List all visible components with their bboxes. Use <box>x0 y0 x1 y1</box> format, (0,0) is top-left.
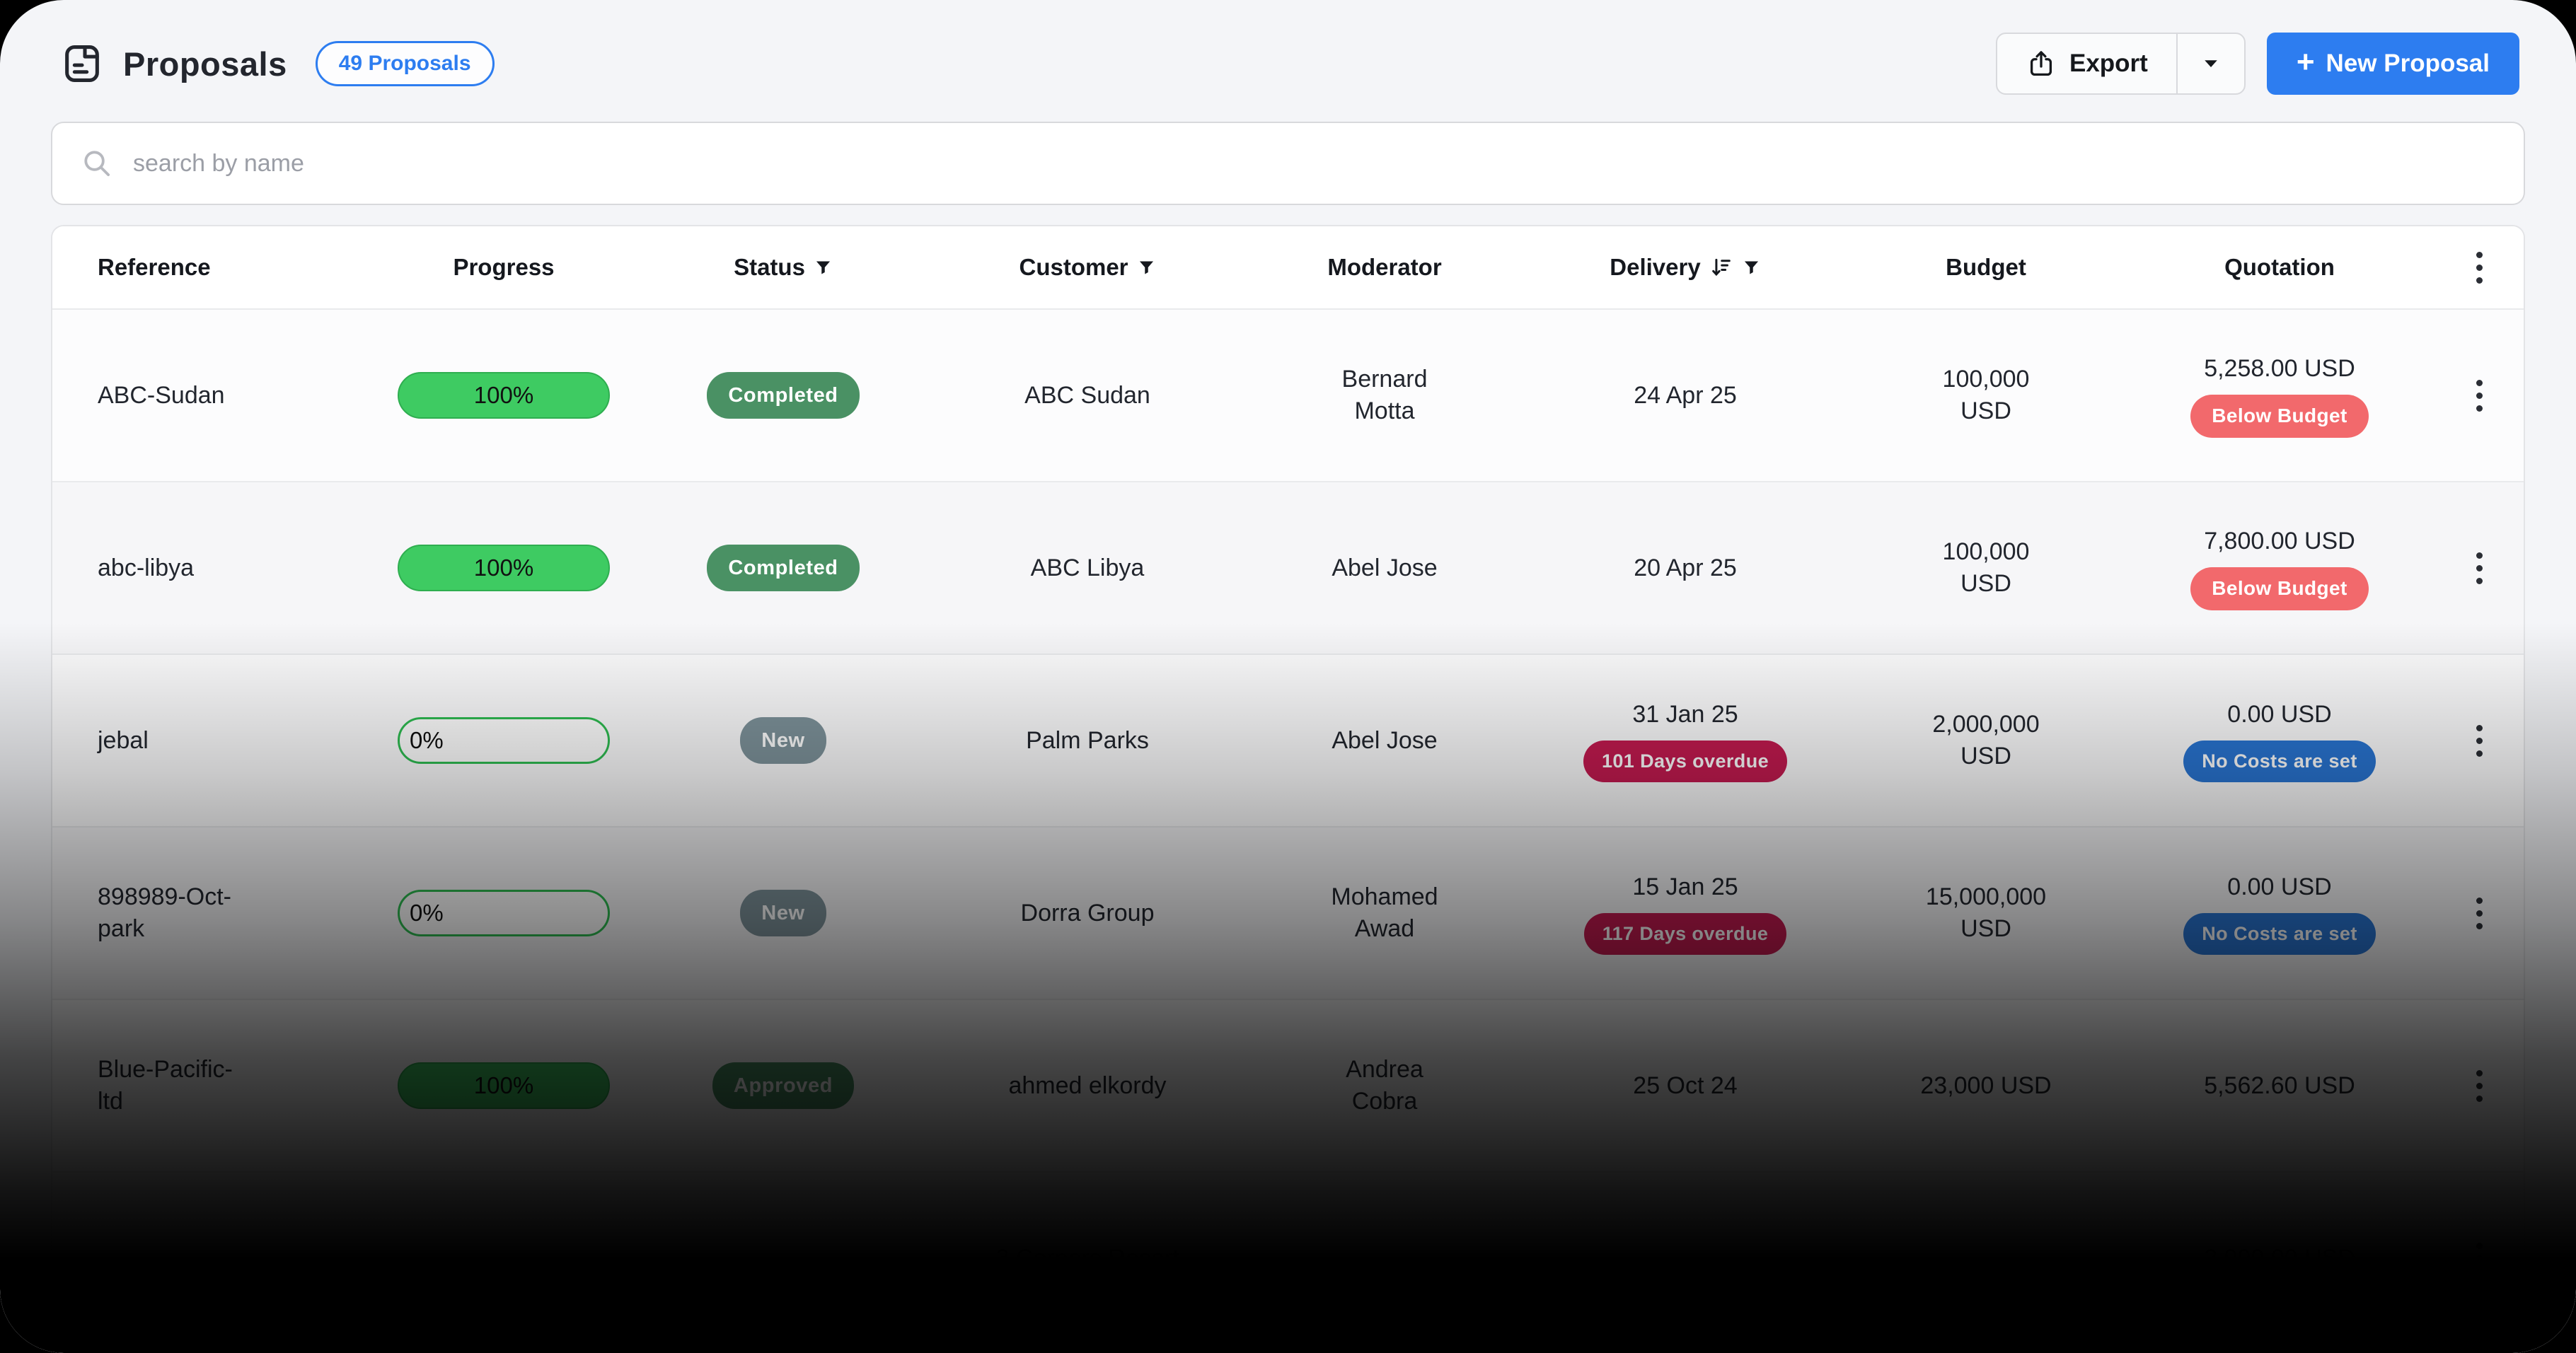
delivery-cell: 25 Oct 24 <box>1523 1070 1848 1102</box>
search-icon <box>81 147 113 180</box>
customer-cell: ABC Libya <box>928 552 1247 584</box>
quotation-cell: 7,800.00 USD Below Budget <box>2124 525 2435 610</box>
column-header-status[interactable]: Status <box>638 254 928 281</box>
sort-descending-icon[interactable] <box>1709 255 1733 279</box>
quotation-cell: 0.00 USD No Costs are set <box>2124 699 2435 783</box>
table-row[interactable]: Blue-Pacific- ltd 100% Approved ahmed el… <box>52 1000 2524 1173</box>
no-costs-badge: No Costs are set <box>2183 741 2375 783</box>
customer-cell: Palm Parks <box>928 725 1247 757</box>
column-header-delivery[interactable]: Delivery <box>1523 254 1848 281</box>
overdue-badge: 101 Days overdue <box>1583 741 1787 783</box>
reference-cell: jebal <box>52 725 369 757</box>
row-kebab-menu-icon[interactable] <box>2466 888 2493 939</box>
status-badge: New <box>740 717 826 764</box>
progress-bar: 0% <box>398 890 610 936</box>
budget-cell: 23,000 USD <box>1848 1070 2124 1102</box>
budget-cell: 2,000,000 USD <box>1848 709 2124 772</box>
funnel-filter-icon[interactable] <box>814 258 833 277</box>
proposal-count-badge: 49 Proposals <box>316 41 495 86</box>
progress-bar: 100% <box>398 372 610 419</box>
export-split-button: Export <box>1996 33 2246 95</box>
customer-cell: ahmed elkordy <box>928 1070 1247 1102</box>
reference-cell: abc-libya <box>52 552 369 584</box>
delivery-cell: 31 Jan 25 101 Days overdue <box>1523 699 1848 783</box>
customer-cell: Dorra Group <box>928 898 1247 929</box>
column-header-progress[interactable]: Progress <box>369 254 638 281</box>
column-header-reference[interactable]: Reference <box>52 254 369 281</box>
reference-cell: ABC-Sudan <box>52 380 369 412</box>
reference-cell: Blue-Pacific- ltd <box>52 1054 369 1117</box>
overdue-badge: 117 Days overdue <box>1584 913 1787 956</box>
title-group: Proposals 49 Proposals <box>59 41 495 86</box>
table-row[interactable]: abc-libya 100% Completed ABC Libya Abel … <box>52 482 2524 655</box>
delivery-cell: 20 Apr 25 <box>1523 552 1848 584</box>
progress-bar: 100% <box>398 1062 610 1109</box>
customer-cell: ABC Sudan <box>928 380 1247 412</box>
proposals-table: Reference Progress Status Customer Moder… <box>51 225 2525 1347</box>
moderator-cell: Andrea Cobra <box>1247 1054 1523 1117</box>
funnel-filter-icon[interactable] <box>1742 258 1761 277</box>
budget-cell: 100,000 USD <box>1848 364 2124 427</box>
no-costs-badge: No Costs are set <box>2183 913 2375 956</box>
delivery-cell: 15 Jan 25 117 Days overdue <box>1523 871 1848 956</box>
moderator-cell: Abel Jose <box>1247 552 1523 584</box>
status-badge: New <box>740 890 826 936</box>
document-icon <box>59 41 105 86</box>
status-badge: Completed <box>707 372 859 419</box>
budget-cell: 15,000,000 USD <box>1848 881 2124 945</box>
column-header-customer[interactable]: Customer <box>928 254 1247 281</box>
top-bar: Proposals 49 Proposals Export <box>0 0 2576 95</box>
moderator-cell: Bernard Motta <box>1247 364 1523 427</box>
quotation-cell: 5,562.60 USD <box>2124 1070 2435 1102</box>
quotation-cell: 2,990.00 USD <box>2124 1243 2435 1274</box>
table-row[interactable]: ABC-Sudan 100% Completed ABC Sudan Berna… <box>52 310 2524 482</box>
moderator-cell: Abel Jose <box>1247 725 1523 757</box>
export-dropdown-button[interactable] <box>2176 34 2244 93</box>
quotation-cell: 0.00 USD No Costs are set <box>2124 871 2435 956</box>
search-bar <box>51 122 2525 205</box>
below-budget-badge: Below Budget <box>2190 567 2368 610</box>
row-kebab-menu-icon[interactable] <box>2466 1060 2493 1112</box>
page-title: Proposals <box>123 45 287 83</box>
funnel-filter-icon[interactable] <box>1137 258 1156 277</box>
quotation-cell: 5,258.00 USD Below Budget <box>2124 353 2435 438</box>
reference-cell: 898989-Oct- park <box>52 881 369 945</box>
plus-icon: + <box>2297 47 2315 78</box>
below-budget-badge: Below Budget <box>2190 395 2368 438</box>
new-proposal-button[interactable]: + New Proposal <box>2267 33 2519 95</box>
customer-cell: 3 Corners Resort <box>928 1243 1247 1274</box>
caret-down-icon <box>2200 53 2222 74</box>
budget-cell: 100,000 USD <box>1848 536 2124 600</box>
column-header-moderator[interactable]: Moderator <box>1247 254 1523 281</box>
progress-bar: 0% <box>398 717 610 764</box>
row-kebab-menu-icon[interactable] <box>2466 542 2493 594</box>
search-input[interactable] <box>133 150 2495 178</box>
table-options-kebab-menu-icon[interactable] <box>2466 242 2493 294</box>
status-badge: Completed <box>707 545 859 591</box>
table-row[interactable]: 3 Corners Resort 2,990.00 USD <box>52 1173 2524 1345</box>
table-row[interactable]: jebal 0% New Palm Parks Abel Jose 31 Jan… <box>52 655 2524 828</box>
header-actions: Export + New Proposal <box>1996 33 2519 95</box>
moderator-cell: Mohamed Awad <box>1247 881 1523 945</box>
table-header-row: Reference Progress Status Customer Moder… <box>52 226 2524 310</box>
row-kebab-menu-icon[interactable] <box>2466 1233 2493 1284</box>
proposals-app-window: Proposals 49 Proposals Export <box>0 0 2576 1353</box>
row-kebab-menu-icon[interactable] <box>2466 370 2493 422</box>
table-row[interactable]: 898989-Oct- park 0% New Dorra Group Moha… <box>52 828 2524 1000</box>
progress-bar: 100% <box>398 545 610 591</box>
status-badge: Approved <box>712 1062 854 1109</box>
column-header-budget[interactable]: Budget <box>1848 254 2124 281</box>
share-up-icon <box>2026 48 2057 79</box>
row-kebab-menu-icon[interactable] <box>2466 715 2493 767</box>
export-label: Export <box>2069 50 2148 78</box>
new-proposal-label: New Proposal <box>2326 50 2490 78</box>
delivery-cell: 24 Apr 25 <box>1523 380 1848 412</box>
export-button[interactable]: Export <box>1997 34 2176 93</box>
column-header-quotation[interactable]: Quotation <box>2124 254 2435 281</box>
